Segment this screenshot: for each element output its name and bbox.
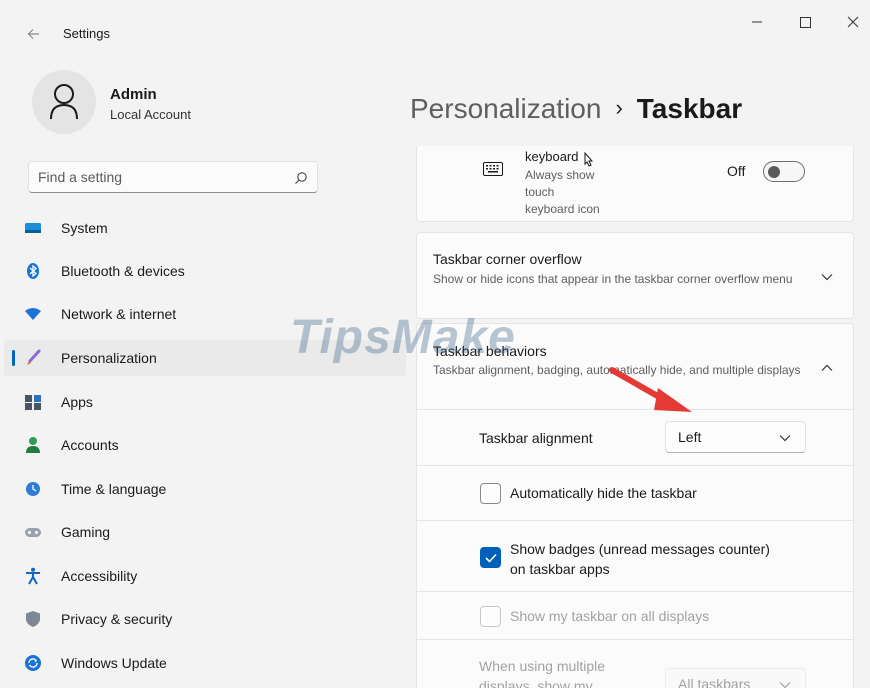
search-box[interactable]: [28, 161, 318, 193]
keyboard-icon: [483, 162, 503, 176]
windows-update-icon: [25, 655, 41, 671]
sidebar-item-system[interactable]: System: [4, 210, 406, 246]
chevron-down-icon[interactable]: [821, 273, 833, 281]
sidebar-item-time-language[interactable]: Time & language: [4, 471, 406, 507]
sidebar-item-label: Bluetooth & devices: [61, 263, 185, 279]
badges-row: Show badges (unread messages counter) on…: [416, 521, 854, 592]
sidebar-item-label: Privacy & security: [61, 611, 173, 627]
sidebar: Admin Local Account System Bluetooth & d…: [0, 44, 410, 688]
breadcrumb-parent[interactable]: Personalization: [410, 93, 601, 124]
search-input[interactable]: [38, 169, 288, 185]
touch-keyboard-description: Always show touch keyboard icon: [525, 168, 600, 216]
corner-overflow-title: Taskbar corner overflow: [433, 251, 582, 267]
user-name: Admin: [110, 86, 157, 103]
alignment-label: Taskbar alignment: [479, 430, 593, 446]
accounts-icon: [26, 437, 40, 453]
sidebar-item-privacy-security[interactable]: Privacy & security: [4, 601, 406, 637]
sidebar-item-label: System: [61, 220, 108, 236]
shield-icon: [26, 611, 40, 627]
sidebar-item-label: Windows Update: [61, 655, 167, 671]
sidebar-item-label: Personalization: [61, 350, 157, 366]
user-icon: [50, 84, 78, 120]
network-icon: [25, 308, 41, 320]
multiple-displays-label: When using multiple displays, show my: [479, 658, 606, 688]
dropdown-value: Left: [678, 429, 702, 445]
sidebar-item-gaming[interactable]: Gaming: [4, 514, 406, 550]
chevron-up-icon[interactable]: [821, 364, 833, 372]
account-type: Local Account: [110, 107, 191, 122]
toggle-state-label: Off: [727, 163, 746, 179]
behaviors-title: Taskbar behaviors: [433, 343, 547, 359]
gaming-icon: [25, 528, 41, 537]
all-displays-label: Show my taskbar on all displays: [510, 608, 710, 624]
sidebar-item-label: Accounts: [61, 437, 119, 453]
checkmark-icon: [485, 553, 497, 563]
mouse-cursor-icon: [584, 152, 594, 167]
title-bar: Settings: [0, 0, 870, 44]
touch-keyboard-title: keyboard: [525, 149, 579, 164]
app-title: Settings: [63, 26, 110, 41]
badges-label: Show badges (unread messages counter) on…: [510, 541, 770, 577]
minimize-icon[interactable]: [742, 10, 772, 34]
settings-content: keyboard Always show touch keyboard icon…: [416, 146, 854, 688]
auto-hide-label: Automatically hide the taskbar: [510, 485, 697, 501]
alignment-row: Taskbar alignment Left: [416, 410, 854, 466]
alignment-dropdown[interactable]: Left: [665, 421, 806, 453]
sidebar-item-label: Network & internet: [61, 306, 177, 322]
chevron-down-icon: [779, 682, 791, 688]
dropdown-value: All taskbars: [678, 676, 751, 688]
personalization-icon: [27, 349, 41, 365]
active-indicator: [12, 350, 15, 366]
auto-hide-row: Automatically hide the taskbar: [416, 466, 854, 521]
sidebar-item-apps[interactable]: Apps: [4, 384, 406, 420]
touch-keyboard-card: keyboard Always show touch keyboard icon…: [416, 146, 854, 222]
badges-checkbox[interactable]: [480, 547, 501, 568]
touch-keyboard-toggle[interactable]: [763, 161, 805, 182]
breadcrumb: Personalization › Taskbar: [410, 93, 742, 125]
sidebar-item-label: Time & language: [61, 481, 167, 497]
all-displays-checkbox[interactable]: [480, 606, 501, 627]
search-icon[interactable]: [294, 171, 308, 185]
apps-icon: [25, 395, 41, 410]
sidebar-item-label: Apps: [61, 394, 93, 410]
close-icon[interactable]: [838, 10, 868, 34]
corner-overflow-card[interactable]: Taskbar corner overflow Show or hide ico…: [416, 232, 854, 319]
sidebar-item-bluetooth[interactable]: Bluetooth & devices: [4, 253, 406, 289]
back-arrow-icon[interactable]: [24, 24, 44, 44]
sidebar-item-label: Accessibility: [61, 568, 138, 584]
maximize-icon[interactable]: [790, 10, 820, 34]
behaviors-card[interactable]: Taskbar behaviors Taskbar alignment, bad…: [416, 323, 854, 410]
toggle-knob: [768, 166, 780, 178]
chevron-down-icon: [779, 435, 791, 442]
corner-overflow-description: Show or hide icons that appear in the ta…: [433, 272, 793, 286]
accessibility-icon: [26, 567, 40, 585]
time-language-icon: [26, 482, 40, 496]
sidebar-item-network[interactable]: Network & internet: [4, 296, 406, 332]
sidebar-item-label: Gaming: [61, 524, 111, 540]
bluetooth-icon: [27, 263, 39, 279]
sidebar-item-windows-update[interactable]: Windows Update: [4, 645, 406, 681]
sidebar-item-accounts[interactable]: Accounts: [4, 427, 406, 463]
behaviors-description: Taskbar alignment, badging, automaticall…: [433, 363, 801, 377]
sidebar-item-accessibility[interactable]: Accessibility: [4, 558, 406, 594]
avatar[interactable]: [32, 70, 96, 134]
page-title: Taskbar: [636, 93, 743, 124]
multiple-displays-row: When using multiple displays, show my Al…: [416, 640, 854, 688]
auto-hide-checkbox[interactable]: [480, 483, 501, 504]
all-displays-row: Show my taskbar on all displays: [416, 592, 854, 640]
system-icon: [25, 223, 41, 233]
breadcrumb-separator: ›: [615, 95, 623, 120]
multiple-displays-dropdown[interactable]: All taskbars: [665, 668, 806, 688]
sidebar-item-personalization[interactable]: Personalization: [4, 340, 406, 376]
